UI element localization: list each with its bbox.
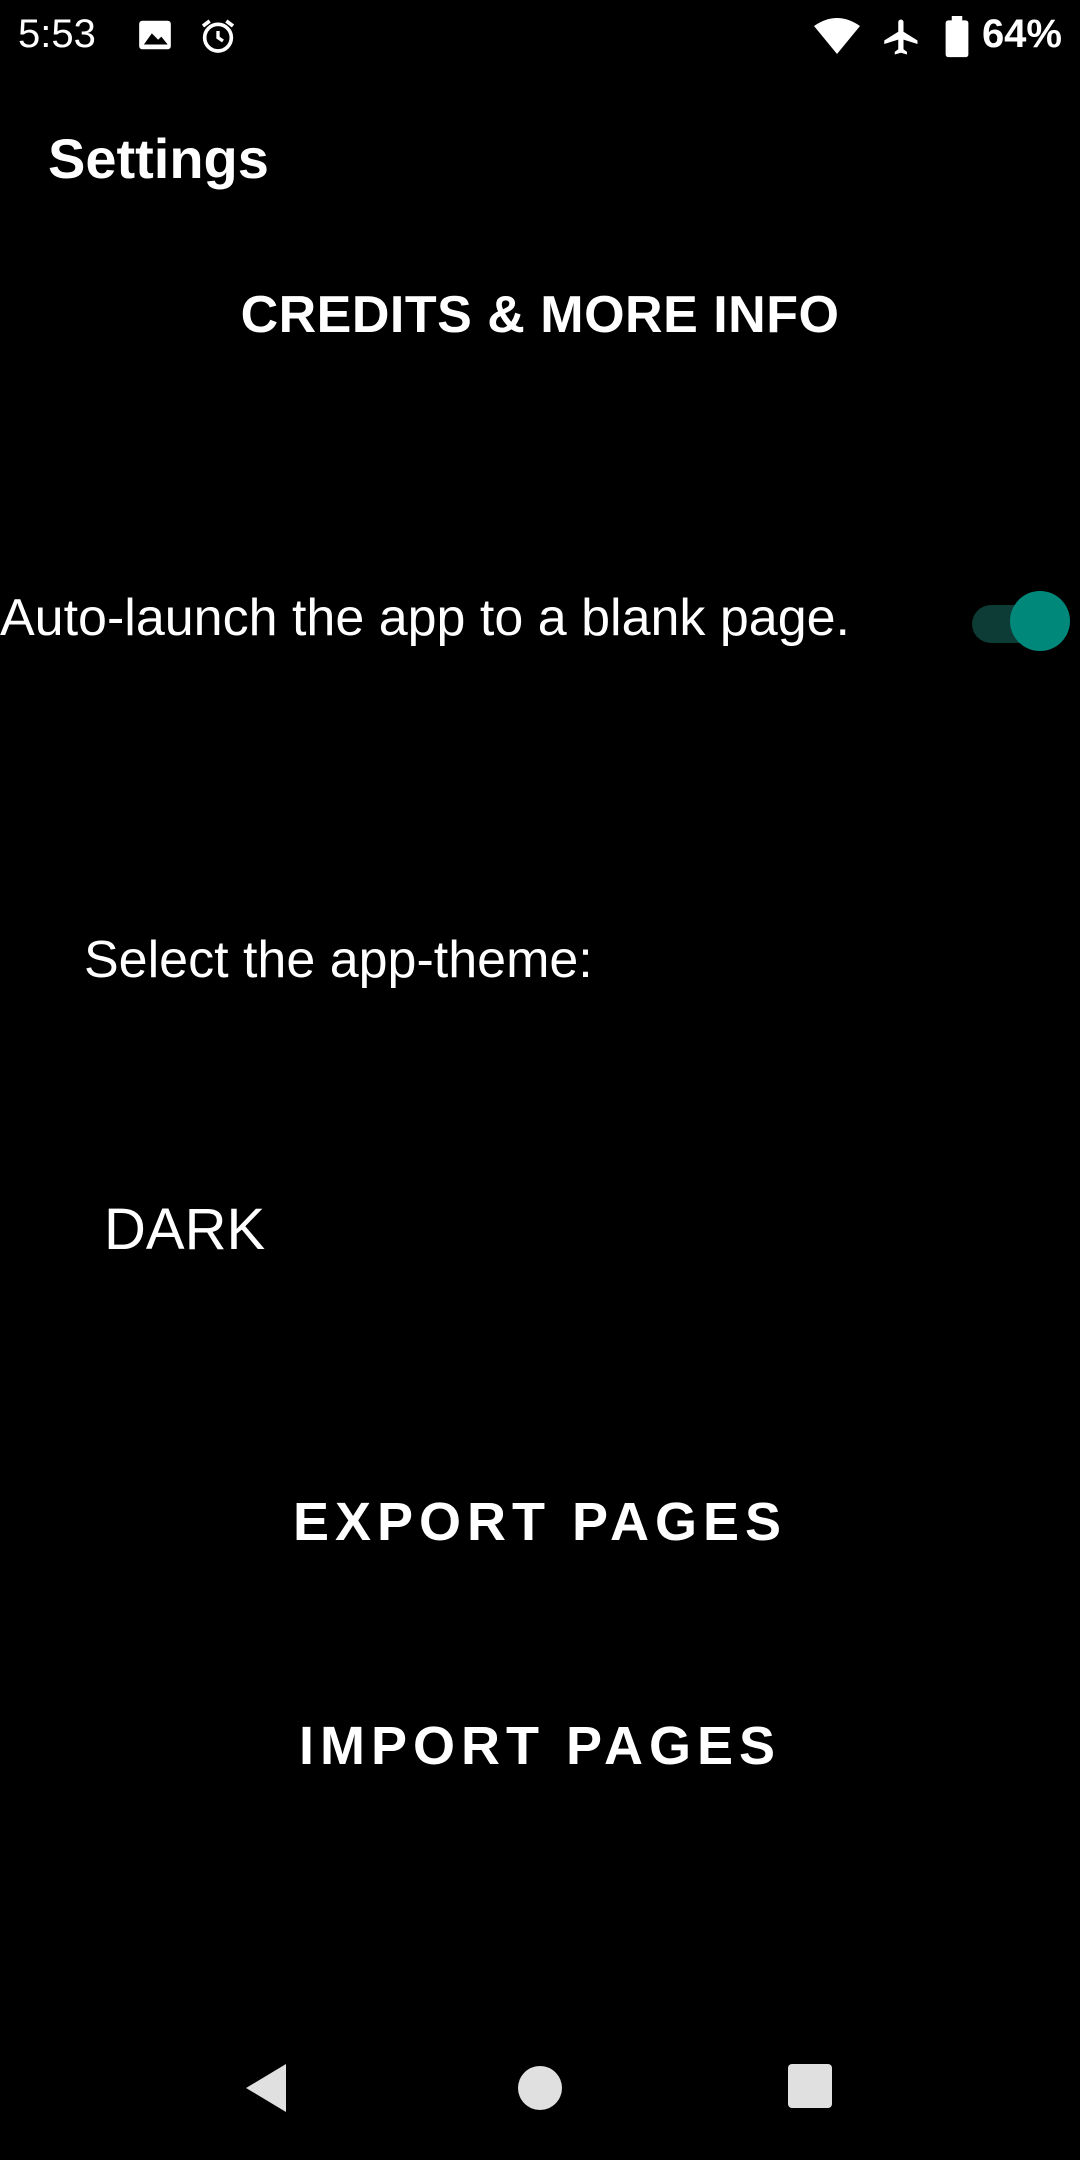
home-icon[interactable] bbox=[516, 2064, 564, 2117]
credits-button[interactable]: CREDITS & MORE INFO bbox=[0, 270, 1080, 360]
recents-icon[interactable] bbox=[786, 2062, 834, 2115]
theme-label: Select the app-theme: bbox=[84, 931, 593, 989]
import-pages-button[interactable]: IMPORT PAGES bbox=[0, 1706, 1080, 1786]
image-icon bbox=[136, 16, 174, 59]
page-title: Settings bbox=[48, 127, 269, 190]
airplane-icon bbox=[878, 16, 922, 63]
auto-launch-label: Auto-launch the app to a blank page. bbox=[0, 589, 850, 647]
auto-launch-row: Auto-launch the app to a blank page. bbox=[0, 580, 1080, 660]
battery-icon bbox=[944, 16, 970, 63]
wifi-icon bbox=[812, 16, 862, 61]
toggle-thumb bbox=[1010, 591, 1070, 651]
back-icon[interactable] bbox=[240, 2060, 290, 2121]
status-time: 5:53 bbox=[18, 12, 96, 56]
navigation-bar bbox=[0, 2040, 1080, 2160]
export-pages-button[interactable]: EXPORT PAGES bbox=[0, 1482, 1080, 1562]
theme-select[interactable]: DARK bbox=[104, 1196, 265, 1263]
auto-launch-toggle[interactable] bbox=[970, 590, 1072, 651]
status-bar: 5:53 64% bbox=[0, 0, 1080, 72]
battery-percentage: 64% bbox=[981, 12, 1062, 56]
alarm-icon bbox=[198, 16, 238, 61]
